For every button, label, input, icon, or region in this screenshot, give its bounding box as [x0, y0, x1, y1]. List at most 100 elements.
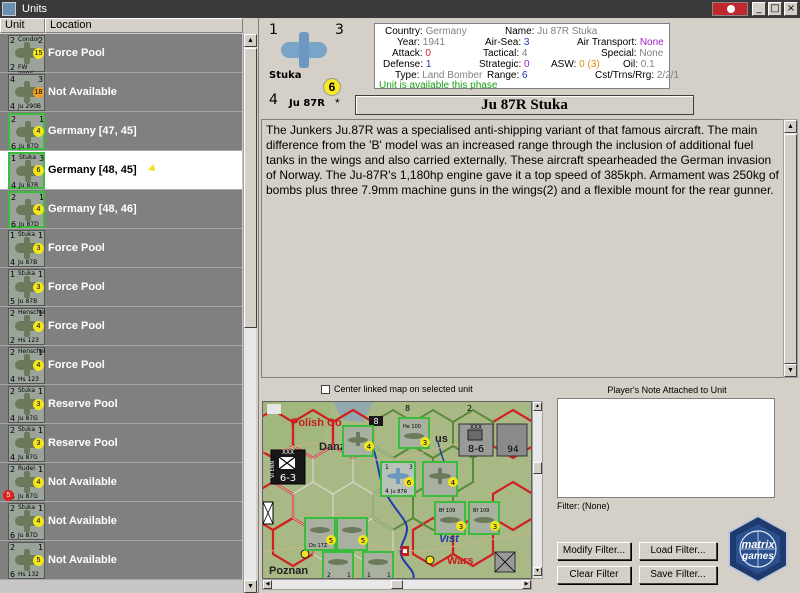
scroll-thumb[interactable]: [784, 134, 797, 364]
counter-top-value: 1: [11, 154, 17, 163]
unit-row[interactable]: 1 Stuka 4 Ju 87B 1 3 Force Pool: [0, 229, 242, 268]
map-counter-value: 8: [373, 417, 378, 426]
map-air-counter-3[interactable]: 4: [342, 425, 374, 457]
map-canvas[interactable]: Polish Co Danz us Vist Wars Poznan XXX 6…: [263, 402, 532, 579]
filter-status: Filter: (None): [557, 501, 610, 511]
unit-location: Force Pool: [48, 281, 105, 293]
unit-row[interactable]: 2 Henschel 2 Hs 123 1 4 Force Pool: [0, 307, 242, 346]
unit-list-scrollbar[interactable]: ▲ ▼: [243, 34, 257, 593]
linked-map[interactable]: Polish Co Danz us Vist Wars Poznan XXX 6…: [262, 401, 532, 579]
unit-row[interactable]: 1 Stuka 5 Ju 87B 1 3 Force Pool: [0, 268, 242, 307]
map-counter-value: 1: [347, 572, 351, 579]
map-air-counter-4[interactable]: He 100 3: [398, 417, 430, 449]
logo-line1: matrix: [741, 539, 775, 551]
counter-bottom-left: 4: [10, 258, 16, 267]
unit-row[interactable]: 4 4 Ju 290B 3 18 Not Available: [0, 73, 242, 112]
stuka-bottom: 4: [385, 488, 389, 495]
unit-description: The Junkers Ju.87R was a specialised ant…: [261, 119, 783, 378]
stat-asw: 0 (3): [579, 59, 600, 70]
map-air-counter-6[interactable]: 5: [336, 517, 368, 551]
map-horizontal-scrollbar[interactable]: ◀ ▶: [262, 579, 532, 590]
map-label-wars: Wars: [447, 555, 474, 567]
unit-row[interactable]: 2Rudel5Ju 87G145Not Available: [0, 463, 242, 502]
minimize-button[interactable]: _: [752, 2, 766, 16]
counter-range-badge: 3: [33, 243, 44, 254]
unit-row[interactable]: 2 6 Ju 87D 1 4 Germany [48, 46]: [0, 190, 242, 229]
scroll-left-arrow-icon[interactable]: ◀: [263, 580, 272, 589]
scroll-up-arrow-icon[interactable]: ▲: [533, 402, 542, 411]
checkbox-box[interactable]: [321, 384, 330, 394]
map-counter-name: Do 17Z: [309, 543, 328, 549]
map-vertical-scrollbar[interactable]: ▲ ▼: [532, 401, 543, 579]
counter-top-value: 2: [10, 387, 16, 396]
unit-row[interactable]: 1 Stuka 4 Ju 87R 3 6 Germany [48, 45]: [0, 151, 242, 190]
counter-top-value: 2: [10, 426, 16, 435]
load-filter-button[interactable]: Load Filter...: [639, 542, 717, 560]
stuka-tl: 1: [385, 464, 389, 471]
availability-status: Unit is available this phase: [379, 80, 498, 91]
counter-range-badge: 18: [33, 87, 44, 98]
unit-row[interactable]: 2 6 Hs 132 1 5 Not Available: [0, 541, 242, 580]
map-label-danz: Danz: [319, 441, 346, 453]
scroll-thumb[interactable]: [533, 462, 542, 474]
counter-top-value: 1: [10, 231, 16, 240]
matrix-games-logo: matrix games: [728, 514, 788, 584]
center-map-checkbox[interactable]: Center linked map on selected unit: [321, 384, 473, 394]
counter-bottom-left: 4: [10, 414, 16, 423]
counter-top-right: 1: [38, 348, 44, 357]
unit-row[interactable]: 2 Stuka 4 Ju 87G 1 3 Reserve Pool: [0, 424, 242, 463]
map-air-counter-stuka[interactable]: 1 3 4 Ju 87R 6: [380, 461, 416, 497]
stat-label: Cst/Trns/Rrg:: [595, 70, 655, 81]
unit-row[interactable]: 2 Stuka 6 Ju 87D 1 4 Not Available: [0, 502, 242, 541]
counter-bottom-left: 4: [10, 453, 16, 462]
map-air-counter-7[interactable]: Bf 109 3: [434, 501, 466, 535]
unit-row[interactable]: 2Condor2FW 200C215Force Pool: [0, 34, 242, 78]
player-note-textarea[interactable]: [557, 398, 775, 498]
counter-model: Ju 87D: [19, 143, 39, 150]
close-button[interactable]: ×: [784, 2, 798, 16]
description-scrollbar[interactable]: ▲ ▼: [783, 119, 798, 378]
counter-model: Ju 87G: [18, 454, 38, 461]
scroll-up-arrow-icon[interactable]: ▲: [784, 120, 797, 133]
map-infantry-counter[interactable]: XXX 8-6: [458, 423, 494, 457]
clear-filter-button[interactable]: Clear Filter: [557, 566, 631, 584]
counter-top-value: 2: [10, 309, 16, 318]
unit-row[interactable]: 2 6 Ju 87D 1 4 Germany [47, 45]: [0, 112, 242, 151]
stat-label: Strategic:: [479, 59, 522, 70]
map-counter-value: 94: [507, 445, 519, 455]
stat-attack: 0: [425, 48, 431, 59]
column-header-unit[interactable]: Unit: [0, 18, 45, 33]
scroll-thumb[interactable]: [391, 580, 403, 589]
counter-top-value: 2: [10, 465, 16, 474]
counter-range-badge: 4: [33, 360, 44, 371]
unit-location: Force Pool: [48, 359, 105, 371]
scroll-down-arrow-icon[interactable]: ▼: [244, 580, 257, 593]
map-corps-counter[interactable]: XXX 6-3 VI ENN: [270, 449, 306, 485]
scroll-down-arrow-icon[interactable]: ▼: [784, 364, 797, 377]
map-air-counter-5[interactable]: Do 17Z 5: [304, 517, 336, 551]
map-air-counter-8[interactable]: Bf 109 3: [468, 501, 500, 535]
stat-label: Defense:: [383, 59, 424, 70]
column-header-location[interactable]: Location: [45, 18, 243, 33]
map-air-counter-2[interactable]: 4: [422, 461, 458, 497]
unit-row[interactable]: 2 Henschel 4 Hs 123 1 4 Force Pool: [0, 346, 242, 385]
unit-list[interactable]: 2Condor2FW 200C215Force Pool44Ju 290B318…: [0, 34, 243, 593]
unit-stats-box: Country: Germany Name: Ju 87R Stuka Air …: [374, 23, 679, 91]
save-filter-button[interactable]: Save Filter...: [639, 566, 717, 584]
stat-label: Country:: [385, 26, 423, 37]
counter-model: Ju 87D: [19, 221, 39, 228]
map-air-counter-9[interactable]: 1 1: [362, 551, 394, 579]
counter-model: Ju 87B: [18, 259, 38, 266]
unit-row[interactable]: 2 Stuka 4 Ju 87G 1 3 Reserve Pool: [0, 385, 242, 424]
counter-model: Hs 123: [18, 337, 39, 344]
scroll-thumb[interactable]: [244, 48, 257, 328]
unit-list-panel: Unit Location 2Condor2FW 200C215Force Po…: [0, 18, 257, 593]
counter-top-right: 1: [38, 270, 44, 279]
modify-filter-button[interactable]: Modify Filter...: [557, 542, 631, 560]
maximize-button[interactable]: □: [768, 2, 782, 16]
map-air-counter-10[interactable]: 2 1: [322, 551, 354, 579]
scroll-right-arrow-icon[interactable]: ▶: [522, 580, 531, 589]
stat-label: Year:: [397, 37, 420, 48]
scroll-down-arrow-icon[interactable]: ▼: [533, 567, 542, 576]
scroll-up-arrow-icon[interactable]: ▲: [244, 34, 257, 47]
